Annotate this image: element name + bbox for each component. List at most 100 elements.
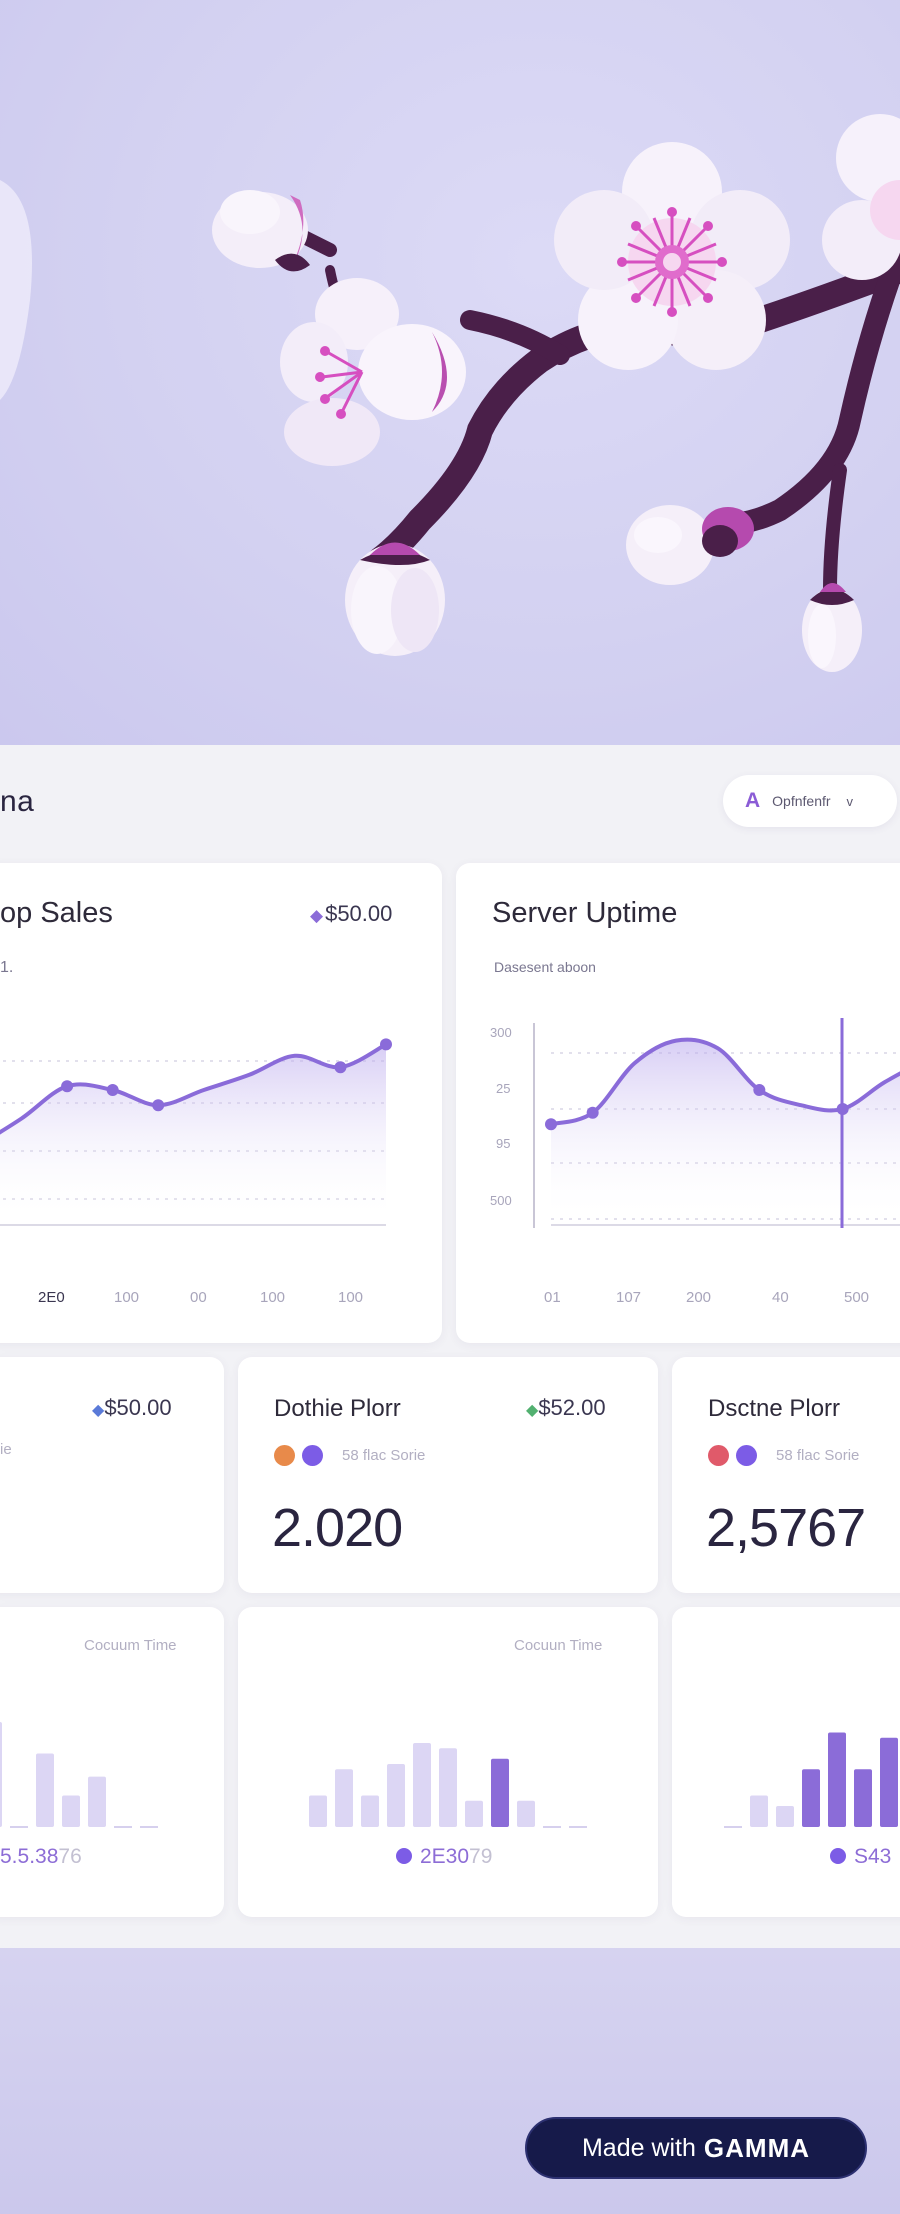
bar-card: S43 bbox=[672, 1607, 900, 1917]
data-point bbox=[545, 1118, 557, 1131]
bar-chart bbox=[724, 1732, 898, 1828]
top-sales-value: $50.00 bbox=[325, 901, 393, 926]
x-tick: 500 bbox=[844, 1289, 870, 1306]
bar-card-footer: S43 bbox=[830, 1845, 891, 1869]
x-tick: 100 bbox=[114, 1289, 140, 1306]
bar-card: Cocuum Time 5.5.3876 bbox=[0, 1607, 224, 1917]
metric-big-number: 2.020 bbox=[272, 1498, 403, 1558]
bar bbox=[491, 1758, 509, 1827]
card-title: op Sales bbox=[0, 897, 113, 929]
x-tick: 100 bbox=[260, 1289, 286, 1306]
data-point bbox=[334, 1061, 347, 1074]
area-fill bbox=[0, 1044, 386, 1223]
data-point bbox=[152, 1099, 165, 1112]
bar bbox=[802, 1769, 820, 1827]
top-sales-line-chart bbox=[0, 1038, 392, 1226]
metric-title: Dothie Plorr bbox=[274, 1395, 401, 1422]
data-point bbox=[586, 1106, 599, 1119]
bar bbox=[335, 1769, 353, 1827]
bar-card-footer: 2E3079 bbox=[396, 1845, 492, 1869]
bar bbox=[517, 1800, 535, 1827]
bar-card-footer: 5.5.3876 bbox=[0, 1845, 82, 1869]
metric-card: Dothie Plorr ◆$52.00 58 flac Sorie 2.020 bbox=[238, 1357, 658, 1593]
bar bbox=[880, 1737, 898, 1827]
bar bbox=[361, 1795, 379, 1827]
legend-dot bbox=[736, 1445, 757, 1466]
x-tick: 2E0 bbox=[38, 1289, 65, 1306]
legend-label: 58 flac Sorie bbox=[342, 1447, 426, 1464]
server-uptime-card: Server Uptime Dasesent aboon 300 25 95 5… bbox=[456, 863, 900, 1343]
bar bbox=[465, 1800, 483, 1827]
y-tick: 95 bbox=[496, 1136, 511, 1151]
data-point bbox=[61, 1080, 74, 1093]
legend-dot bbox=[302, 1445, 323, 1466]
bar bbox=[828, 1732, 846, 1827]
data-point bbox=[380, 1038, 392, 1051]
made-with-gamma-badge[interactable]: Made with GAMMA bbox=[525, 2117, 867, 2179]
bar bbox=[387, 1764, 405, 1827]
diamond-icon: ◆ bbox=[92, 1402, 105, 1419]
metric-title: Dsctne Plorr bbox=[708, 1395, 841, 1422]
badge-text: Made with bbox=[581, 2133, 696, 2162]
bud-right-middle bbox=[626, 505, 754, 585]
bar bbox=[750, 1795, 768, 1827]
flower-left bbox=[280, 278, 466, 466]
dropdown-label: Opfnfenfr bbox=[772, 793, 831, 809]
footer-muted: 76 bbox=[58, 1845, 82, 1868]
pale-leaf-shape bbox=[0, 180, 32, 400]
legend-dot bbox=[708, 1445, 729, 1466]
legend-label: 58 flac Sorie bbox=[776, 1447, 860, 1464]
area-fill bbox=[551, 1039, 900, 1223]
bar-card-label: Cocuum Time bbox=[84, 1637, 177, 1654]
y-tick: 500 bbox=[490, 1193, 512, 1208]
bar-card: Cocuun Time 2E3079 bbox=[238, 1607, 658, 1917]
dot-icon bbox=[396, 1848, 412, 1864]
diamond-icon: ◆ bbox=[310, 906, 324, 925]
metric-value: ◆$52.00 bbox=[526, 1395, 606, 1421]
chevron-down-icon: v bbox=[846, 793, 854, 809]
bar bbox=[88, 1776, 106, 1827]
gamma-logo: GAMMA bbox=[703, 2132, 811, 2163]
bar bbox=[439, 1748, 457, 1827]
footer-value: 5.5.38 bbox=[0, 1845, 59, 1868]
x-tick: 00 bbox=[190, 1289, 207, 1306]
footer-value: 2E30 bbox=[420, 1845, 470, 1868]
card-title: Server Uptime bbox=[492, 897, 678, 929]
x-tick: 100 bbox=[338, 1289, 364, 1306]
hero-illustration bbox=[0, 0, 900, 745]
footer-value: S43 bbox=[854, 1845, 892, 1868]
card-value: ◆$50.00 bbox=[310, 901, 392, 927]
x-tick: 40 bbox=[772, 1289, 789, 1306]
bar bbox=[854, 1769, 872, 1827]
bar bbox=[62, 1795, 80, 1827]
bud-right-bottom bbox=[802, 583, 862, 672]
metric-value: ◆$50.00 bbox=[92, 1395, 172, 1421]
server-uptime-line-chart bbox=[533, 1018, 900, 1228]
top-sales-card: op Sales ◆$50.00 1. 2E0 100 00 100 100 bbox=[0, 863, 442, 1343]
flower-right-edge bbox=[822, 114, 900, 280]
footer-muted: 79 bbox=[469, 1845, 493, 1868]
data-point bbox=[836, 1103, 849, 1115]
branch-upper bbox=[460, 310, 570, 365]
flower-large bbox=[554, 142, 790, 370]
diamond-icon: ◆ bbox=[526, 1402, 539, 1419]
y-tick: 300 bbox=[490, 1025, 512, 1040]
dashboard-panel: na A Opfnfenfr v op Sales ◆$50.00 1. 2E0… bbox=[0, 745, 900, 1948]
legend-dot bbox=[274, 1445, 295, 1466]
x-tick: 01 bbox=[544, 1289, 561, 1306]
data-point bbox=[106, 1084, 119, 1096]
x-tick: 200 bbox=[686, 1289, 712, 1306]
cherry-blossom-branch bbox=[0, 114, 900, 672]
data-point bbox=[753, 1084, 766, 1096]
bar bbox=[0, 1722, 2, 1827]
bud-bottom-left bbox=[345, 542, 445, 656]
metric-value-text: $50.00 bbox=[104, 1395, 172, 1420]
dot-icon bbox=[830, 1848, 846, 1864]
metric-card: ◆$50.00 ie bbox=[0, 1357, 224, 1593]
bar-chart bbox=[309, 1743, 587, 1828]
options-dropdown[interactable]: A Opfnfenfr v bbox=[723, 775, 897, 827]
metric-card: Dsctne Plorr 58 flac Sorie 2,5767 bbox=[672, 1357, 900, 1593]
bar-chart bbox=[0, 1722, 158, 1828]
bud-top-left bbox=[212, 190, 310, 272]
metric-big-number: 2,5767 bbox=[706, 1498, 866, 1558]
